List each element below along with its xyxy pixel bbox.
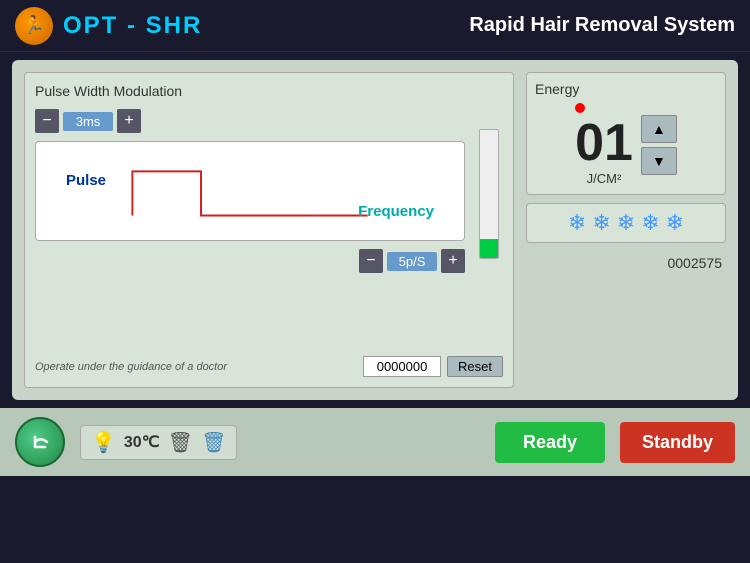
frequency-label: Frequency [358, 203, 434, 220]
back-button[interactable] [15, 417, 65, 467]
left-panel: Pulse Width Modulation − 3ms + [24, 72, 514, 388]
waveform-area: Pulse Frequency [35, 141, 465, 241]
waveform-svg [36, 142, 464, 240]
bulb-icon: 💡 [91, 430, 116, 455]
snowflake-1: ❄ [568, 210, 586, 236]
red-dot-indicator [575, 103, 585, 113]
pulse-label: Pulse [66, 172, 106, 189]
snowflake-2: ❄ [592, 210, 610, 236]
ready-button[interactable]: Ready [495, 422, 605, 463]
slider-fill [480, 239, 498, 258]
freq-plus-button[interactable]: + [441, 249, 465, 273]
frequency-stepper: − 5p/S + [35, 249, 465, 273]
disclaimer-text: Operate under the guidance of a doctor [35, 361, 227, 373]
freq-minus-button[interactable]: − [359, 249, 383, 273]
energy-number-area: 01 J/CM² [575, 103, 633, 186]
energy-number: 01 [575, 117, 633, 169]
arrow-buttons: ▲ ▼ [641, 115, 677, 175]
snowflake-5: ❄ [666, 210, 684, 236]
panel-title: Pulse Width Modulation [35, 83, 503, 99]
right-panel: Energy 01 J/CM² ▲ ▼ ❄ ❄ ❄ ❄ ❄ 0 [526, 72, 726, 388]
logo-area: 🏃 OPT - SHR [15, 7, 202, 45]
energy-title: Energy [535, 81, 579, 97]
pulse-plus-button[interactable]: + [117, 109, 141, 133]
logo-icon: 🏃 [15, 7, 53, 45]
pulse-minus-button[interactable]: − [35, 109, 59, 133]
page-title: Rapid Hair Removal System [469, 14, 735, 37]
temperature-display: 30℃ [124, 432, 160, 452]
status-area: 💡 30℃ 🗑 🗑 [80, 425, 237, 460]
snowflake-3: ❄ [617, 210, 635, 236]
energy-box: Energy 01 J/CM² ▲ ▼ [526, 72, 726, 195]
total-counter: 0002575 [526, 255, 726, 271]
vertical-slider-wrapper [475, 109, 503, 273]
counter-area: Reset [363, 356, 503, 377]
trash-icon-filled: 🗑 [201, 430, 226, 455]
pulse-controls: − 3ms + Pulse Frequency [35, 109, 465, 273]
logo-text: OPT - SHR [63, 12, 202, 40]
trash-icon-outline: 🗑 [168, 430, 193, 455]
slider-track[interactable] [479, 129, 499, 259]
energy-display-row: 01 J/CM² ▲ ▼ [575, 103, 677, 186]
back-arrow-icon [27, 429, 53, 455]
energy-up-button[interactable]: ▲ [641, 115, 677, 143]
cooling-row: ❄ ❄ ❄ ❄ ❄ [526, 203, 726, 243]
left-top: − 3ms + Pulse Frequency [35, 109, 503, 273]
standby-button[interactable]: Standby [620, 422, 735, 463]
energy-down-button[interactable]: ▼ [641, 147, 677, 175]
bottom-bar: 💡 30℃ 🗑 🗑 Ready Standby [0, 408, 750, 476]
header: 🏃 OPT - SHR Rapid Hair Removal System [0, 0, 750, 52]
energy-unit: J/CM² [587, 171, 622, 186]
counter-input[interactable] [363, 356, 441, 377]
freq-value: 5p/S [387, 252, 437, 271]
bottom-row: Operate under the guidance of a doctor R… [35, 356, 503, 377]
main-content: Pulse Width Modulation − 3ms + [12, 60, 738, 400]
reset-button[interactable]: Reset [447, 356, 503, 377]
pulse-value: 3ms [63, 112, 113, 131]
pulse-stepper: − 3ms + [35, 109, 465, 133]
snowflake-4: ❄ [641, 210, 659, 236]
